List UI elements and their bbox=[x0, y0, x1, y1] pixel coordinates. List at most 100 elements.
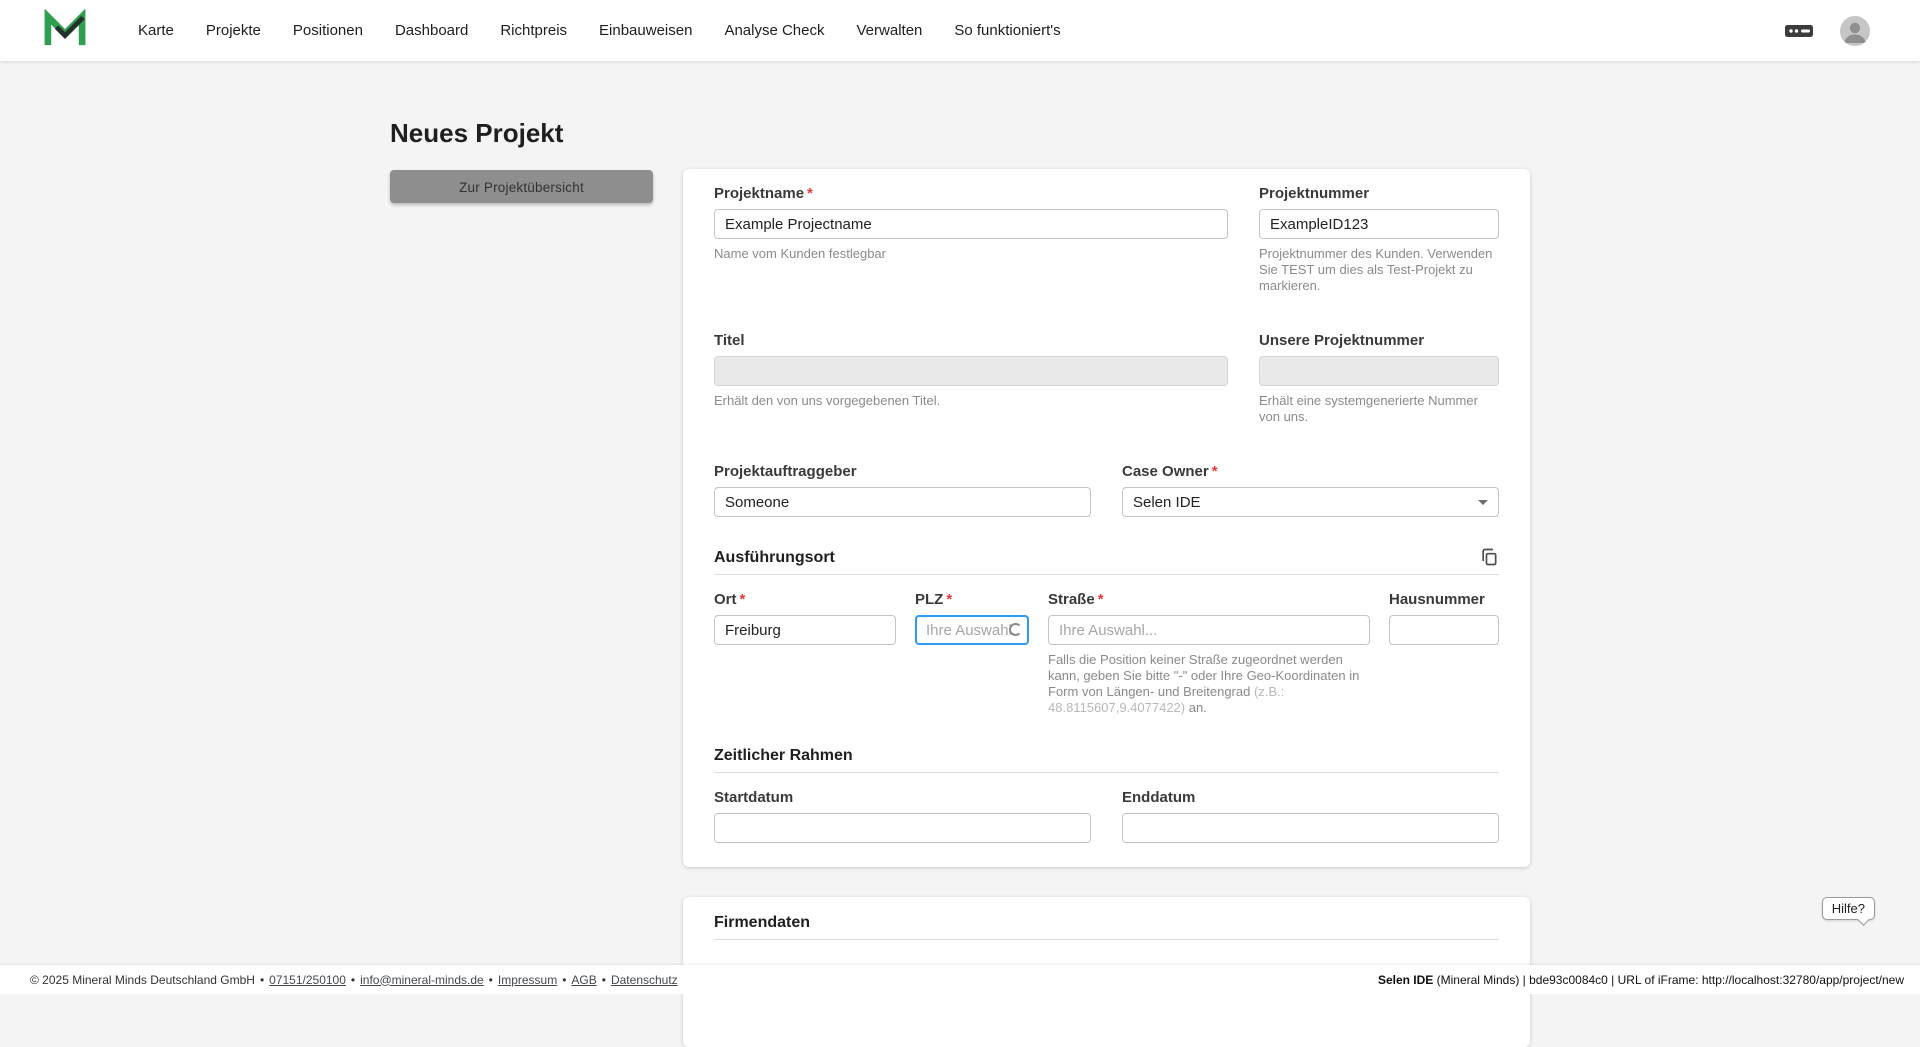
mineral-minds-logo-icon bbox=[44, 9, 86, 52]
projektname-input[interactable] bbox=[714, 209, 1228, 239]
footer-user-name: Selen IDE bbox=[1378, 973, 1433, 987]
projektname-label-text: Projektname bbox=[714, 185, 804, 202]
field-unsere-projektnummer: Unsere Projektnummer Erhält eine systemg… bbox=[1259, 332, 1499, 425]
projektname-helper: Name vom Kunden festlegbar bbox=[714, 246, 1228, 262]
section-firmendaten: Firmendaten bbox=[714, 913, 1499, 940]
projektname-label: Projektname* bbox=[714, 185, 1228, 203]
field-enddatum: Enddatum bbox=[1122, 789, 1499, 843]
nav-item-positionen[interactable]: Positionen bbox=[293, 22, 363, 39]
nav-item-projekte[interactable]: Projekte bbox=[206, 22, 261, 39]
user-avatar[interactable] bbox=[1840, 16, 1870, 46]
section-ausfuehrungsort: Ausführungsort bbox=[714, 547, 1499, 575]
footer-link-email[interactable]: info@mineral-minds.de bbox=[360, 973, 484, 987]
field-plz: PLZ* bbox=[915, 591, 1029, 716]
strasse-helper: Falls die Position keiner Straße zugeord… bbox=[1048, 652, 1370, 716]
copy-icon[interactable] bbox=[1479, 547, 1499, 567]
row-auftraggeber-caseowner: Projektauftraggeber Case Owner* Selen ID… bbox=[714, 463, 1499, 517]
case-owner-selected-value: Selen IDE bbox=[1133, 494, 1201, 511]
footer-link-datenschutz[interactable]: Datenschutz bbox=[611, 973, 678, 987]
firmendaten-heading: Firmendaten bbox=[714, 913, 810, 932]
hausnummer-input[interactable] bbox=[1389, 615, 1499, 645]
enddatum-label: Enddatum bbox=[1122, 789, 1499, 807]
footer-left: © 2025 Mineral Minds Deutschland GmbH • … bbox=[30, 973, 678, 987]
field-case-owner: Case Owner* Selen IDE bbox=[1122, 463, 1499, 517]
section-zeitlicher-rahmen: Zeitlicher Rahmen bbox=[714, 746, 1499, 773]
unsere-projektnummer-input bbox=[1259, 356, 1499, 386]
row-titel-unsere-projektnummer: Titel Erhält den von uns vorgegebenen Ti… bbox=[714, 332, 1499, 425]
page-content: Neues Projekt Zur Projektübersicht Proje… bbox=[390, 61, 1530, 1047]
strasse-input[interactable] bbox=[1048, 615, 1370, 645]
navbar-actions bbox=[1784, 16, 1870, 46]
field-projektnummer: Projektnummer Projektnummer des Kunden. … bbox=[1259, 185, 1499, 294]
projects-overview-button[interactable]: Zur Projektübersicht bbox=[390, 170, 653, 203]
nav-item-einbauweisen[interactable]: Einbauweisen bbox=[599, 22, 692, 39]
required-asterisk: * bbox=[1098, 591, 1104, 608]
plz-input-wrap bbox=[915, 615, 1029, 645]
top-navbar: Karte Projekte Positionen Dashboard Rich… bbox=[0, 0, 1920, 61]
required-asterisk: * bbox=[1212, 463, 1218, 480]
strasse-label: Straße* bbox=[1048, 591, 1370, 609]
footer-separator: • bbox=[602, 973, 606, 987]
unsere-projektnummer-label: Unsere Projektnummer bbox=[1259, 332, 1499, 350]
startdatum-input[interactable] bbox=[714, 813, 1091, 843]
row-projektname-projektnummer: Projektname* Name vom Kunden festlegbar … bbox=[714, 185, 1499, 294]
footer-link-agb[interactable]: AGB bbox=[571, 973, 596, 987]
projektnummer-input[interactable] bbox=[1259, 209, 1499, 239]
footer-separator: • bbox=[489, 973, 493, 987]
footer-separator: • bbox=[260, 973, 264, 987]
loading-spinner bbox=[1009, 623, 1022, 636]
projektnummer-helper: Projektnummer des Kunden. Verwenden Sie … bbox=[1259, 246, 1499, 294]
projektnummer-label: Projektnummer bbox=[1259, 185, 1499, 203]
field-ort: Ort* bbox=[714, 591, 896, 716]
case-owner-label: Case Owner* bbox=[1122, 463, 1499, 481]
chevron-down-icon bbox=[1478, 500, 1488, 505]
footer: © 2025 Mineral Minds Deutschland GmbH • … bbox=[0, 965, 1920, 994]
field-startdatum: Startdatum bbox=[714, 789, 1091, 843]
footer-link-phone[interactable]: 07151/250100 bbox=[269, 973, 346, 987]
page-title: Neues Projekt bbox=[390, 118, 653, 148]
required-asterisk: * bbox=[946, 591, 952, 608]
hausnummer-label: Hausnummer bbox=[1389, 591, 1499, 609]
nav-item-verwalten[interactable]: Verwalten bbox=[857, 22, 923, 39]
field-projektname: Projektname* Name vom Kunden festlegbar bbox=[714, 185, 1228, 294]
brand-logo[interactable] bbox=[44, 9, 86, 52]
ausfuehrungsort-heading: Ausführungsort bbox=[714, 548, 835, 567]
help-button[interactable]: Hilfe? bbox=[1822, 897, 1875, 920]
required-asterisk: * bbox=[740, 591, 746, 608]
row-adresse: Ort* PLZ* Straße* bbox=[714, 591, 1499, 716]
row-datum: Startdatum Enddatum bbox=[714, 789, 1499, 843]
right-column: Projektname* Name vom Kunden festlegbar … bbox=[683, 169, 1530, 1047]
ort-label: Ort* bbox=[714, 591, 896, 609]
required-asterisk: * bbox=[807, 185, 813, 202]
strasse-helper-main: Falls die Position keiner Straße zugeord… bbox=[1048, 652, 1359, 699]
enddatum-input[interactable] bbox=[1122, 813, 1499, 843]
nav-item-karte[interactable]: Karte bbox=[138, 22, 174, 39]
case-owner-select[interactable]: Selen IDE bbox=[1122, 487, 1499, 517]
field-strasse: Straße* Falls die Position keiner Straße… bbox=[1048, 591, 1370, 716]
startdatum-label: Startdatum bbox=[714, 789, 1091, 807]
field-projektauftraggeber: Projektauftraggeber bbox=[714, 463, 1091, 517]
plz-label-text: PLZ bbox=[915, 591, 943, 608]
titel-label: Titel bbox=[714, 332, 1228, 350]
plz-label: PLZ* bbox=[915, 591, 1029, 609]
field-titel: Titel Erhält den von uns vorgegebenen Ti… bbox=[714, 332, 1228, 425]
nav-item-analyse-check[interactable]: Analyse Check bbox=[724, 22, 824, 39]
strasse-helper-end: an. bbox=[1185, 700, 1207, 715]
titel-helper: Erhält den von uns vorgegebenen Titel. bbox=[714, 393, 1228, 409]
ort-input[interactable] bbox=[714, 615, 896, 645]
server-icon[interactable] bbox=[1784, 20, 1814, 42]
nav-item-dashboard[interactable]: Dashboard bbox=[395, 22, 468, 39]
footer-separator: • bbox=[351, 973, 355, 987]
project-form-card: Projektname* Name vom Kunden festlegbar … bbox=[683, 169, 1530, 867]
ort-label-text: Ort bbox=[714, 591, 737, 608]
projektauftraggeber-input[interactable] bbox=[714, 487, 1091, 517]
main-navigation: Karte Projekte Positionen Dashboard Rich… bbox=[138, 22, 1784, 39]
titel-input bbox=[714, 356, 1228, 386]
footer-link-impressum[interactable]: Impressum bbox=[498, 973, 557, 987]
nav-item-richtpreis[interactable]: Richtpreis bbox=[500, 22, 567, 39]
copyright-text: © 2025 Mineral Minds Deutschland GmbH bbox=[30, 973, 255, 987]
nav-item-so-funktionierts[interactable]: So funktioniert's bbox=[954, 22, 1060, 39]
left-column: Neues Projekt Zur Projektübersicht bbox=[390, 118, 653, 203]
footer-separator: • bbox=[562, 973, 566, 987]
field-hausnummer: Hausnummer bbox=[1389, 591, 1499, 716]
